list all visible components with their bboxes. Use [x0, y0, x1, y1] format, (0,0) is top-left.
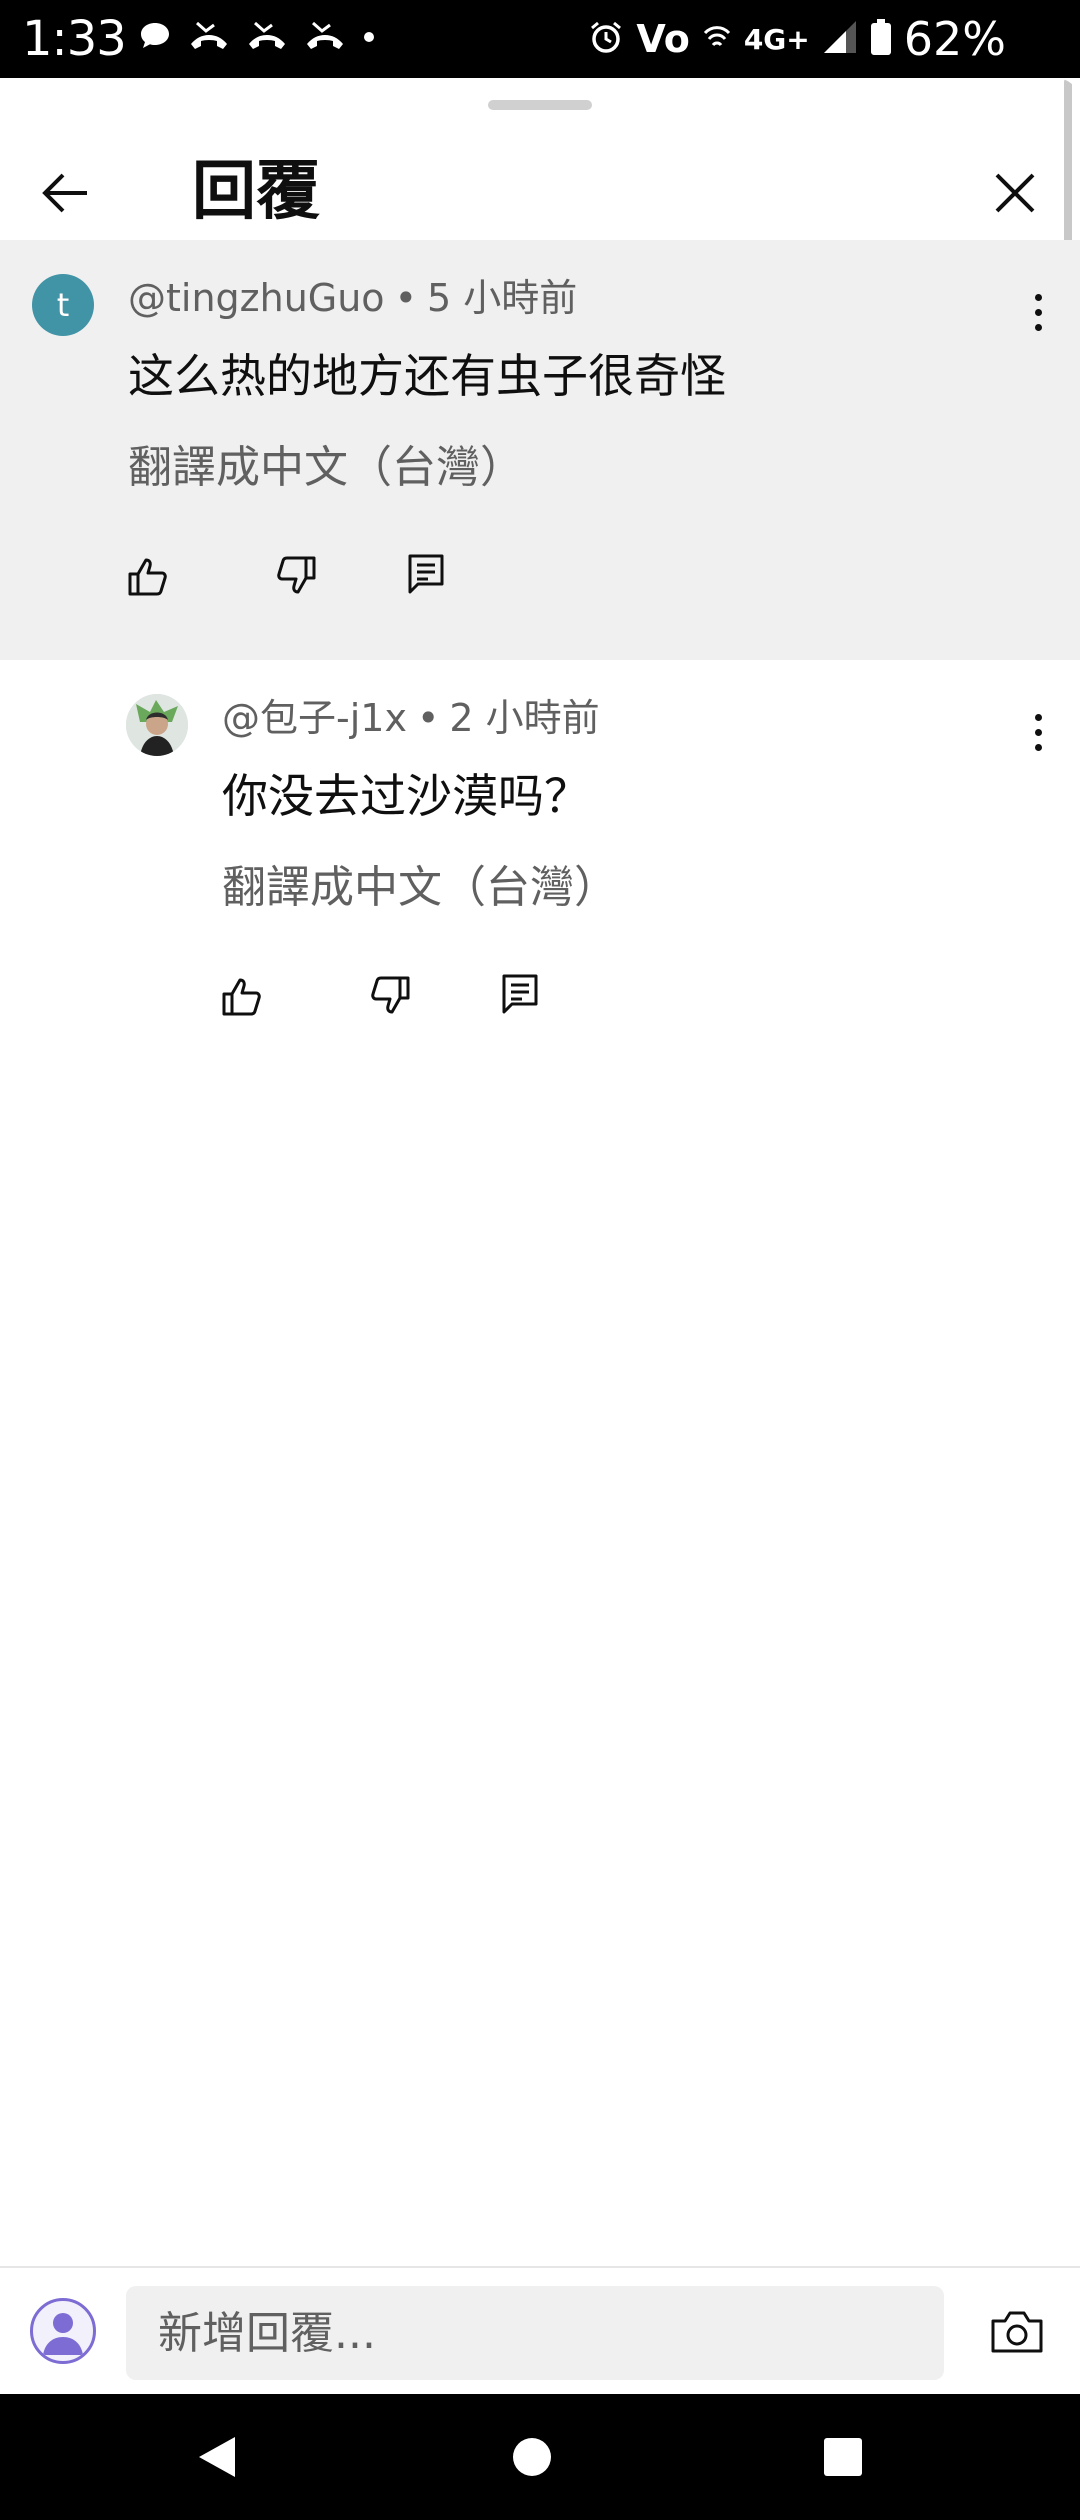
- reply-comment: @包子-j1x • 2 小時前 你没去过沙漠吗？ 翻譯成中文（台灣）: [0, 660, 1080, 1080]
- arrow-left-icon: [42, 173, 87, 213]
- system-nav-bar: [0, 2394, 1080, 2520]
- more-options-dot: [1034, 293, 1042, 301]
- volte-label: Vo: [636, 17, 690, 61]
- comment-text: 你没去过沙漠吗？: [222, 769, 590, 823]
- user-photo-icon: [126, 694, 188, 756]
- chat-bubble-icon: [138, 20, 172, 58]
- system-icons: Vo 4G+ 62%: [588, 8, 1006, 70]
- dislike-button[interactable]: [362, 968, 418, 1024]
- missed-call-icon: [304, 20, 346, 58]
- comment-meta: @tingzhuGuo • 5 小時前: [128, 272, 577, 324]
- comment-meta: @包子-j1x • 2 小時前: [222, 692, 600, 744]
- more-options-dot: [1034, 743, 1042, 751]
- user-icon: [43, 2313, 83, 2355]
- comment-time: 2 小時前: [449, 696, 600, 740]
- reply-button[interactable]: [492, 966, 548, 1022]
- reply-input[interactable]: [126, 2286, 944, 2380]
- more-options-button[interactable]: [1026, 282, 1050, 342]
- nav-back-button[interactable]: [182, 2422, 252, 2492]
- wifi-calling-icon: [702, 19, 732, 59]
- more-options-dot: [1034, 308, 1042, 316]
- like-button[interactable]: [214, 968, 270, 1024]
- back-button[interactable]: [30, 158, 100, 228]
- nav-home-button[interactable]: [497, 2422, 567, 2492]
- meta-separator: •: [394, 276, 417, 320]
- missed-call-icon: [246, 20, 288, 58]
- notification-icons: [138, 18, 376, 60]
- reply-button[interactable]: [398, 546, 454, 602]
- more-options-dot: [1034, 323, 1042, 331]
- battery-percent: 62%: [903, 12, 1006, 66]
- drag-handle[interactable]: [488, 100, 592, 110]
- comment-author[interactable]: @tingzhuGuo: [128, 276, 385, 320]
- meta-separator: •: [416, 696, 440, 740]
- more-options-dot: [1034, 728, 1042, 736]
- close-icon: [995, 173, 1035, 213]
- comment-time: 5 小時前: [426, 276, 578, 320]
- comment-icon: [408, 554, 444, 594]
- network-type: 4G+: [743, 22, 810, 56]
- camera-icon: [991, 2311, 1043, 2353]
- camera-button[interactable]: [984, 2302, 1050, 2362]
- nav-recents-button[interactable]: [808, 2422, 878, 2492]
- comment-text: 这么热的地方还有虫子很奇怪: [128, 349, 726, 403]
- avatar[interactable]: t: [32, 274, 94, 336]
- avatar[interactable]: [126, 694, 188, 756]
- page-title: 回覆: [192, 155, 320, 229]
- parent-comment: t @tingzhuGuo • 5 小時前 这么热的地方还有虫子很奇怪 翻譯成中文（…: [0, 240, 1080, 660]
- status-time: 1:33: [22, 11, 127, 67]
- avatar: [30, 2298, 96, 2364]
- alarm-icon: [588, 19, 624, 59]
- close-button[interactable]: [980, 158, 1050, 228]
- triangle-back-icon: [199, 2437, 235, 2477]
- status-bar: 1:33 Vo 4G+ 62%: [0, 0, 1080, 78]
- like-button[interactable]: [120, 548, 176, 604]
- dot-icon: [362, 20, 376, 58]
- square-recents-icon: [824, 2438, 862, 2476]
- signal-icon: [822, 19, 858, 59]
- translate-link[interactable]: 翻譯成中文（台灣）: [128, 438, 524, 498]
- circle-home-icon: [513, 2438, 551, 2476]
- comment-icon: [502, 974, 538, 1014]
- translate-link[interactable]: 翻譯成中文（台灣）: [222, 858, 618, 918]
- more-options-button[interactable]: [1026, 702, 1050, 762]
- reply-composer: [0, 2266, 1080, 2396]
- thumbs-up-icon: [128, 558, 167, 596]
- dislike-button[interactable]: [268, 548, 324, 604]
- battery-icon: [870, 18, 892, 60]
- thumbs-up-icon: [222, 978, 261, 1016]
- comment-author[interactable]: @包子-j1x: [222, 696, 407, 740]
- missed-call-icon: [188, 20, 230, 58]
- replies-sheet: 回覆 t @tingzhuGuo • 5 小時前 这么热的地方还有虫子很奇怪 翻譯成…: [0, 78, 1080, 2394]
- thumbs-down-icon: [277, 556, 316, 594]
- thumbs-down-icon: [371, 976, 410, 1014]
- more-options-dot: [1034, 713, 1042, 721]
